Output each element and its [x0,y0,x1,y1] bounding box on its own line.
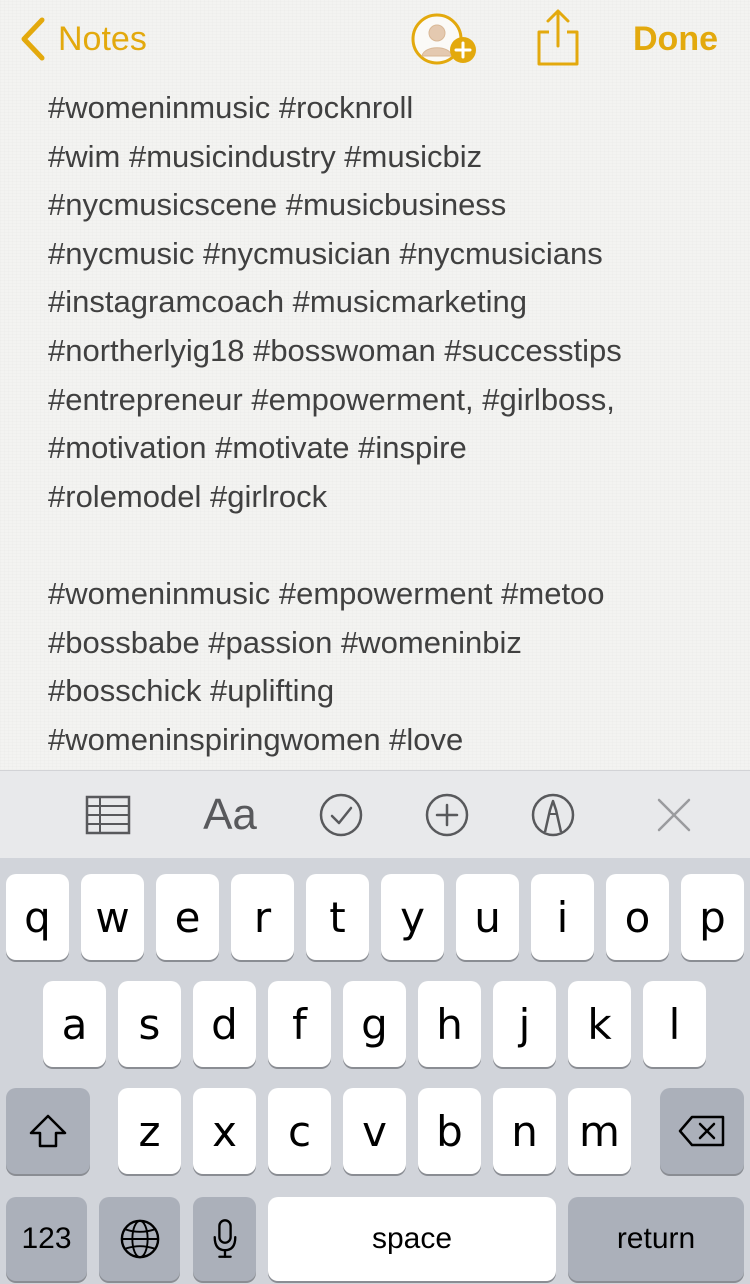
key-q[interactable]: q [6,874,69,960]
key-i[interactable]: i [531,874,594,960]
note-line: #bossbabe #passion #womeninbiz [48,624,522,660]
key-g[interactable]: g [343,981,406,1067]
note-line: #motivation #motivate #inspire [48,430,467,466]
key-r[interactable]: r [231,874,294,960]
chevron-left-icon [21,17,45,61]
delete-key[interactable] [660,1088,744,1174]
key-m[interactable]: m [568,1088,631,1174]
space-key[interactable]: space [268,1197,556,1281]
checklist-button[interactable] [318,789,364,841]
key-l[interactable]: l [643,981,706,1067]
note-line-blank [48,521,738,570]
key-h[interactable]: h [418,981,481,1067]
note-line: #nycmusic #nycmusician #nycmusicians [48,235,603,271]
key-z[interactable]: z [118,1088,181,1174]
note-line: #entrepreneur #empowerment, #girlboss, [48,381,615,417]
key-v[interactable]: v [343,1088,406,1174]
return-key[interactable]: return [568,1197,744,1281]
key-b[interactable]: b [418,1088,481,1174]
key-p[interactable]: p [681,874,744,960]
share-button[interactable] [535,8,581,66]
note-line: #instagramcoach #musicmarketing [48,284,527,320]
note-line: #rolemodel #girlrock [48,478,328,514]
key-d[interactable]: d [193,981,256,1067]
keyboard: q w e r t y u i o p a s d f g h j k l z … [0,858,750,1284]
shift-arrow-icon [29,1114,67,1148]
globe-key[interactable] [99,1197,180,1281]
markup-button[interactable] [530,789,576,841]
note-line: #womeninspiringwomen #love [48,721,464,757]
key-k[interactable]: k [568,981,631,1067]
key-e[interactable]: e [156,874,219,960]
plus-circle-icon [425,793,469,837]
key-c[interactable]: c [268,1088,331,1174]
key-w[interactable]: w [81,874,144,960]
back-label: Notes [58,19,147,58]
close-icon [657,798,691,832]
back-button[interactable]: Notes [18,14,147,64]
share-icon [537,9,579,66]
insert-button[interactable] [424,789,470,841]
note-line: #nycmusicscene #musicbusiness [48,187,507,223]
note-line: #bosschick #uplifting [48,673,335,709]
note-line: #womeninmusic #empowerment #metoo [48,575,605,611]
key-y[interactable]: y [381,874,444,960]
key-f[interactable]: f [268,981,331,1067]
note-line: #northerlyig18 #bosswoman #successtips [48,332,622,368]
note-line: #wim #musicindustry #musicbiz [48,138,483,174]
numbers-key[interactable]: 123 [6,1197,87,1281]
note-line: #womeninmusic #rocknroll [48,90,414,125]
add-people-button[interactable] [410,12,480,68]
microphone-icon [213,1219,236,1258]
text-format-button[interactable]: Aa [198,789,262,841]
backspace-icon [678,1115,725,1147]
key-o[interactable]: o [606,874,669,960]
note-body[interactable]: #womeninmusic #rocknroll #wim #musicindu… [48,84,738,764]
key-t[interactable]: t [306,874,369,960]
table-button[interactable] [84,789,132,841]
done-button[interactable]: Done [633,20,718,59]
key-j[interactable]: j [493,981,556,1067]
close-toolbar-button[interactable] [654,789,694,841]
shift-key[interactable] [6,1088,90,1174]
add-person-icon [411,13,476,65]
key-u[interactable]: u [456,874,519,960]
globe-icon [120,1219,159,1259]
key-s[interactable]: s [118,981,181,1067]
key-a[interactable]: a [43,981,106,1067]
key-x[interactable]: x [193,1088,256,1174]
key-n[interactable]: n [493,1088,556,1174]
table-icon [85,795,131,835]
format-toolbar: Aa [0,770,750,858]
dictation-key[interactable] [193,1197,256,1281]
checklist-icon [319,793,363,837]
navigation-bar: Notes Done [0,0,750,80]
markup-pen-icon [531,793,575,837]
